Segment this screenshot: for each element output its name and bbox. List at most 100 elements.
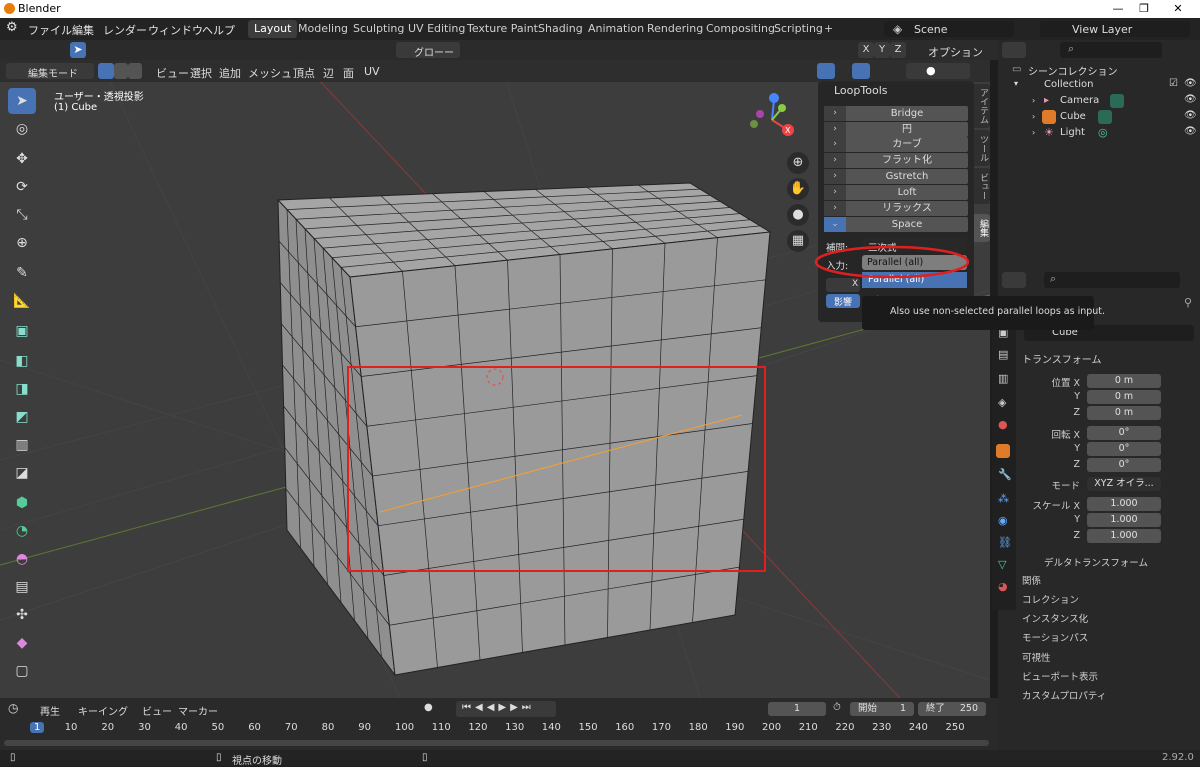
end-frame-field[interactable]: 終了 250	[918, 702, 986, 716]
scene-selector[interactable]	[884, 21, 1014, 37]
physics-tab-icon[interactable]: ◉	[998, 514, 1008, 527]
maximize-button[interactable]: ❐	[1130, 0, 1158, 18]
output-tab-icon[interactable]: ▤	[998, 348, 1008, 361]
edge-slide-tool-icon[interactable]: ▤	[8, 574, 36, 600]
delta-transform-section[interactable]: デルタトランスフォーム	[1044, 555, 1148, 569]
world-tab-icon[interactable]: ●	[998, 418, 1008, 431]
view-layer-tab-icon[interactable]: ▥	[998, 372, 1008, 385]
measure-tool-icon[interactable]: 📐	[8, 288, 36, 314]
light-visibility-icon[interactable]: 👁	[1184, 126, 1197, 137]
light-label[interactable]: Light	[1060, 127, 1085, 138]
start-frame-field[interactable]: 開始 1	[850, 702, 914, 716]
timeline-menu-keying[interactable]: キーイング	[78, 703, 128, 718]
timeline-menu-playback[interactable]: 再生	[40, 703, 60, 718]
zoom-icon[interactable]: ⊕	[787, 152, 809, 174]
properties-editor-type[interactable]	[1002, 272, 1026, 288]
light-expand-icon[interactable]: ›	[1032, 128, 1035, 137]
properties-search[interactable]	[1044, 272, 1180, 288]
knife-tool-icon[interactable]: ◪	[8, 460, 36, 486]
menu-file[interactable]: ファイル	[28, 22, 72, 38]
menu-window[interactable]: ウィンドウ	[148, 22, 203, 38]
cube-expand-icon[interactable]: ›	[1032, 112, 1035, 121]
add-workspace-button[interactable]: +	[818, 20, 839, 38]
current-frame-field[interactable]: 1	[768, 702, 826, 716]
collection-visibility-icon[interactable]: 👁	[1184, 78, 1197, 89]
outliner-editor-type[interactable]	[1002, 42, 1026, 58]
transform-tool-icon[interactable]: ⊕	[8, 230, 36, 256]
motion-paths-section[interactable]: モーションパス	[1022, 630, 1088, 644]
collection-checkbox-icon[interactable]: ☑	[1169, 78, 1178, 89]
rotation-y-field[interactable]: 0°	[1087, 442, 1161, 456]
rotation-mode-dropdown[interactable]: XYZ オイラ...	[1087, 477, 1161, 491]
close-button[interactable]: ✕	[1164, 0, 1192, 18]
timeline-menu-marker[interactable]: マーカー	[178, 703, 218, 718]
gizmo-toggle-button[interactable]	[817, 63, 835, 79]
minimize-button[interactable]: —	[1104, 0, 1132, 18]
transform-section-header[interactable]: トランスフォーム	[1022, 351, 1102, 366]
blender-menu-icon[interactable]: ⚙	[6, 20, 18, 35]
annotate-tool-icon[interactable]: ✎	[8, 260, 36, 286]
tab-animation[interactable]: Animation	[582, 20, 650, 38]
menu-face[interactable]: 面	[343, 65, 354, 81]
menu-select[interactable]: 選択	[190, 65, 212, 81]
bevel-tool-icon[interactable]: ◩	[8, 404, 36, 430]
axis-z-toggle[interactable]: Z	[890, 42, 906, 58]
location-z-field[interactable]: 0 m	[1087, 406, 1161, 420]
camera-data-icon[interactable]	[1110, 94, 1124, 108]
tab-modeling[interactable]: Modeling	[292, 20, 354, 38]
pan-hand-icon[interactable]: ✋	[787, 178, 809, 200]
light-data-icon[interactable]: ◎	[1098, 126, 1108, 139]
looptools-gstretch[interactable]: › Gstretch	[824, 169, 968, 184]
mesh-data-icon[interactable]	[1098, 110, 1112, 124]
menu-add[interactable]: 追加	[219, 65, 241, 81]
collections-section[interactable]: コレクション	[1022, 592, 1079, 606]
options-menu[interactable]: オプション	[928, 44, 983, 60]
rotate-tool-icon[interactable]: ⟳	[8, 174, 36, 200]
material-tab-icon[interactable]: ◕	[998, 580, 1008, 593]
menu-vertex[interactable]: 頂点	[293, 65, 315, 81]
tab-rendering[interactable]: Rendering	[641, 20, 709, 38]
rotation-x-field[interactable]: 0°	[1087, 426, 1161, 440]
scale-tool-icon[interactable]: ⤡	[8, 202, 36, 228]
location-y-field[interactable]: 0 m	[1087, 390, 1161, 404]
menu-edit[interactable]: 編集	[72, 22, 94, 38]
select-tool-icon[interactable]: ➤	[8, 88, 36, 114]
looptools-bridge[interactable]: › Bridge	[824, 106, 968, 121]
menu-render[interactable]: レンダー	[103, 22, 147, 38]
relations-section[interactable]: 関係	[1022, 573, 1041, 587]
rotation-z-field[interactable]: 0°	[1087, 458, 1161, 472]
navigation-gizmo[interactable]	[742, 90, 802, 150]
scene-tab-icon[interactable]: ◈	[998, 396, 1006, 409]
timeline-editor-icon[interactable]: ◷	[8, 701, 18, 715]
camera-label[interactable]: Camera	[1060, 95, 1099, 106]
tab-item[interactable]: アイテム	[974, 84, 990, 128]
loop-cut-tool-icon[interactable]: ▥	[8, 432, 36, 458]
ortho-grid-icon[interactable]: ▦	[787, 230, 809, 252]
data-tab-icon[interactable]: ▽	[998, 558, 1006, 571]
tab-shading[interactable]: Shading	[532, 20, 589, 38]
instancing-section[interactable]: インスタンス化	[1022, 611, 1088, 625]
inset-tool-icon[interactable]: ◨	[8, 376, 36, 402]
tab-layout[interactable]: Layout	[248, 20, 298, 38]
shear-tool-icon[interactable]: ◆	[8, 630, 36, 656]
menu-help[interactable]: ヘルプ	[202, 22, 235, 38]
constraints-tab-icon[interactable]: ⛓	[998, 536, 1012, 549]
vertex-select-button[interactable]	[98, 63, 114, 79]
looptools-circle[interactable]: › 円	[824, 122, 968, 137]
timeline-scrollbar[interactable]	[4, 740, 989, 746]
outliner-search[interactable]	[1060, 42, 1162, 58]
menu-uv[interactable]: UV	[364, 65, 380, 78]
looptools-curve[interactable]: › カーブ	[824, 137, 968, 152]
location-x-field[interactable]: 0 m	[1087, 374, 1161, 388]
cube-visibility-icon[interactable]: 👁	[1184, 110, 1197, 121]
pin-icon[interactable]: ⚲	[1184, 296, 1192, 309]
menu-edge[interactable]: 辺	[323, 65, 334, 81]
cursor-tool-icon[interactable]: ◎	[8, 116, 36, 142]
tab-view[interactable]: ビュー	[974, 168, 990, 204]
keyframe-record-icon[interactable]: ●	[424, 702, 433, 713]
camera-visibility-icon[interactable]: 👁	[1184, 94, 1197, 105]
custom-properties-section[interactable]: カスタムプロパティ	[1022, 688, 1106, 702]
overlay-toggle-button[interactable]	[852, 63, 870, 79]
cube-label[interactable]: Cube	[1060, 111, 1086, 122]
add-cube-tool-icon[interactable]: ▣	[8, 318, 36, 344]
